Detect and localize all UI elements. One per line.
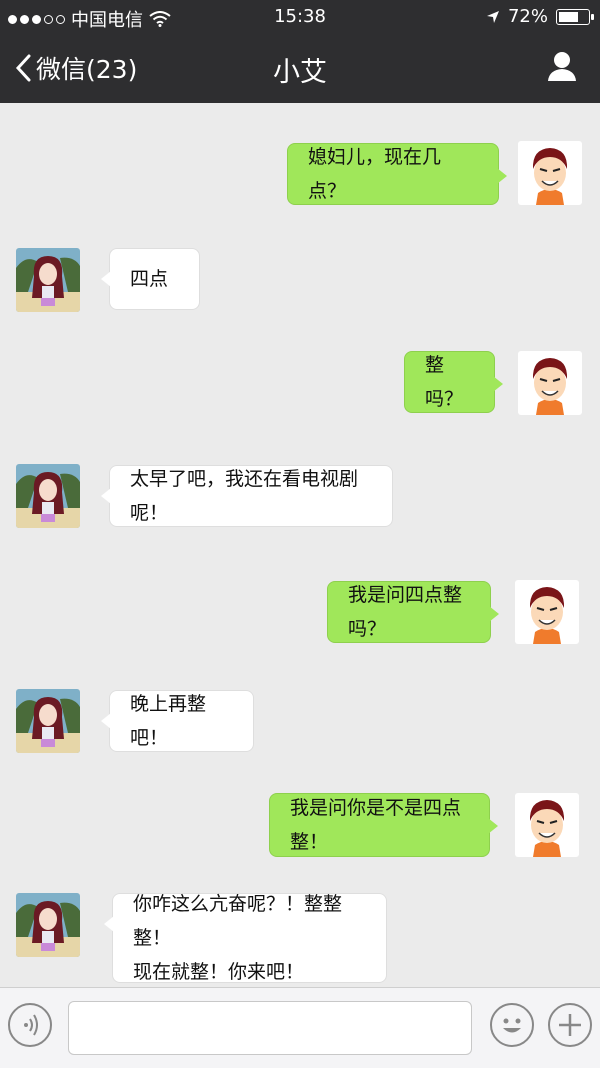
voice-icon	[24, 1014, 38, 1036]
message-bubble-sent[interactable]: 我是问四点整吗？	[327, 581, 499, 643]
chat-title: 小艾	[273, 57, 327, 88]
message-bubble-received[interactable]: 太早了吧，我还在看电视剧呢！	[101, 465, 393, 527]
contact-avatar[interactable]	[16, 248, 80, 312]
message-text-line: 你咋这么亢奋呢？！整整整！	[133, 893, 343, 949]
message-bubble-received[interactable]: 晚上再整吧！	[101, 690, 254, 752]
message-text: 晚上再整吧！	[130, 693, 207, 749]
my-avatar[interactable]	[518, 351, 582, 415]
input-bar	[0, 987, 600, 1068]
emoji-icon	[503, 1018, 521, 1033]
nav-bar: 微信(23) 小艾	[0, 38, 600, 98]
my-avatar[interactable]	[515, 580, 579, 644]
message-bubble-received[interactable]: 四点	[101, 248, 200, 310]
battery-percent: 72%	[507, 6, 548, 27]
person-icon	[548, 52, 576, 81]
emoji-button[interactable]	[490, 1003, 534, 1047]
message-bubble-received[interactable]: 你咋这么亢奋呢？！整整整！ 现在就整！你来吧！	[104, 893, 387, 983]
battery-icon	[556, 8, 594, 25]
message-bubble-sent[interactable]: 媳妇儿，现在几点？	[287, 143, 507, 205]
message-text: 四点	[130, 268, 169, 290]
chat-area[interactable]: 媳妇儿，现在几点？ 四点 整吗？ 太早了吧，我还在看电视剧呢！ 我是问四点整吗？…	[0, 103, 600, 987]
contact-info-button[interactable]	[546, 50, 578, 86]
message-text-line: 现在就整！你来吧！	[133, 961, 305, 983]
status-bar: 中国电信 15:38 72%	[0, 0, 600, 34]
more-button[interactable]	[548, 1003, 592, 1047]
my-avatar[interactable]	[518, 141, 582, 205]
my-avatar[interactable]	[515, 793, 579, 857]
contact-avatar[interactable]	[16, 689, 80, 753]
message-text: 媳妇儿，现在几点？	[308, 146, 442, 202]
message-bubble-sent[interactable]: 整吗？	[404, 351, 503, 413]
message-text: 太早了吧，我还在看电视剧呢！	[130, 468, 359, 524]
contact-avatar[interactable]	[16, 464, 80, 528]
message-text: 我是问你是不是四点整！	[290, 797, 462, 853]
contact-avatar[interactable]	[16, 893, 80, 957]
location-arrow-icon	[486, 10, 499, 23]
message-bubble-sent[interactable]: 我是问你是不是四点整！	[269, 793, 498, 857]
message-text: 整吗？	[425, 354, 464, 410]
message-input[interactable]	[68, 1001, 472, 1055]
top-bar: 中国电信 15:38 72% 微信(23) 小艾	[0, 0, 600, 103]
voice-button[interactable]	[8, 1003, 52, 1047]
message-text: 我是问四点整吗？	[348, 584, 463, 640]
status-right: 72%	[486, 6, 594, 27]
plus-icon	[559, 1014, 581, 1036]
